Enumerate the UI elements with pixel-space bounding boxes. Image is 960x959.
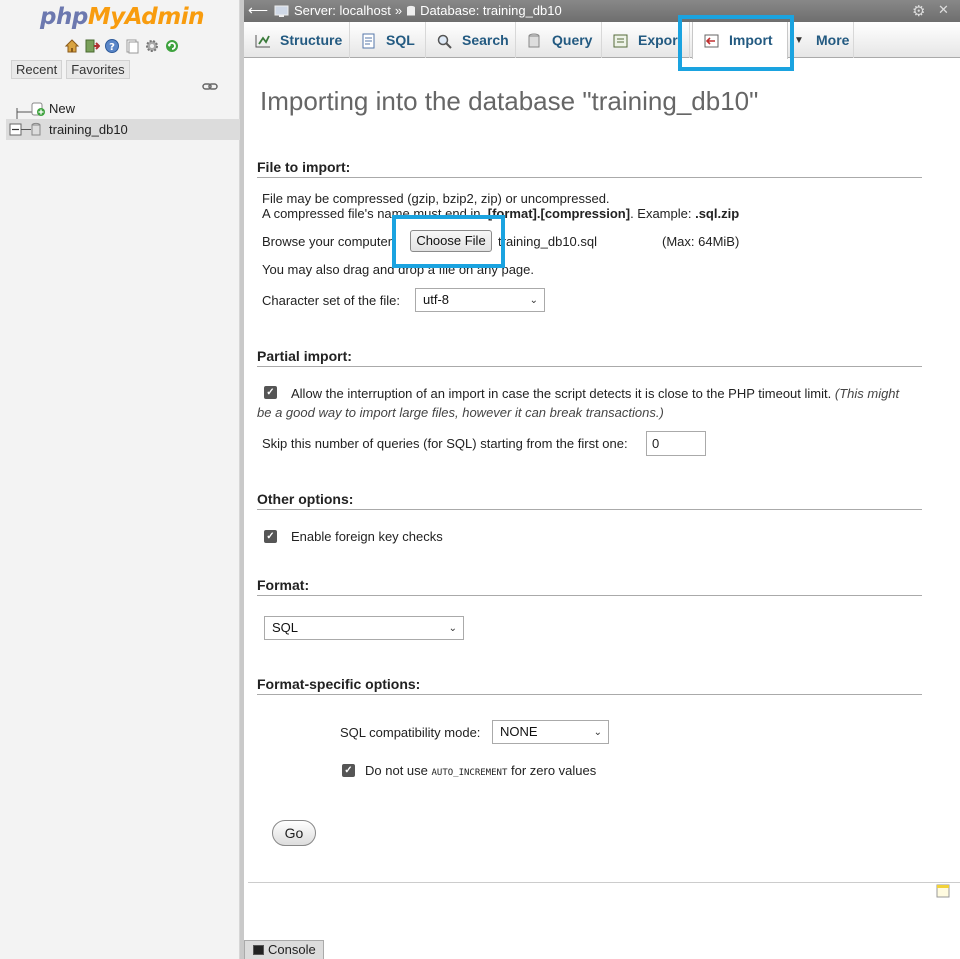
tab-export[interactable]: Expor — [602, 22, 690, 58]
structure-icon — [255, 35, 270, 48]
docs-icon[interactable] — [124, 38, 140, 54]
compression-example: A compressed file's name must end in .[f… — [262, 206, 740, 221]
charset-select[interactable]: utf-8 ⌄ — [415, 288, 545, 312]
drag-drop-hint: You may also drag and drop a file on any… — [262, 262, 534, 277]
gear-icon[interactable]: ⚙ — [912, 2, 925, 20]
section-heading-partial: Partial import: — [257, 347, 922, 367]
skip-queries-label: Skip this number of queries (for SQL) st… — [262, 436, 628, 451]
notes-icon[interactable] — [936, 884, 950, 898]
go-button[interactable]: Go — [272, 820, 316, 846]
choose-file-button[interactable]: Choose File — [410, 230, 492, 252]
nav-tab-favorites[interactable]: Favorites — [66, 60, 130, 79]
reload-icon[interactable] — [164, 38, 180, 54]
chevron-down-icon: ⌄ — [529, 295, 538, 306]
import-icon — [704, 34, 719, 48]
max-upload-size: (Max: 64MiB) — [662, 234, 740, 249]
breadcrumb-database[interactable]: Database: training_db10 — [420, 3, 562, 18]
tree-item-label: training_db10 — [49, 122, 128, 137]
section-heading-format-specific: Format-specific options: — [257, 675, 922, 695]
query-icon — [528, 33, 540, 48]
section-heading-format: Format: — [257, 576, 922, 596]
export-icon — [613, 34, 628, 48]
tree-item-label: New — [49, 101, 76, 116]
sql-icon — [362, 33, 375, 49]
database-icon — [407, 5, 416, 15]
page-title: Importing into the database "training_db… — [260, 86, 759, 116]
tab-query[interactable]: Query — [516, 22, 602, 58]
breadcrumb-server[interactable]: Server: localhost — [294, 3, 391, 18]
auto-increment-checkbox[interactable]: ✓ — [342, 764, 355, 777]
auto-increment-label: Do not use AUTO_INCREMENT for zero value… — [365, 763, 597, 778]
skip-queries-input[interactable]: 0 — [646, 431, 706, 456]
main-content: Importing into the database "training_db… — [248, 58, 960, 938]
help-icon[interactable]: ? — [104, 38, 120, 54]
foreign-key-checkbox[interactable]: ✓ — [264, 530, 277, 543]
tab-structure[interactable]: Structure — [244, 22, 350, 58]
footer-divider — [248, 882, 960, 883]
tab-sql[interactable]: SQL — [350, 22, 426, 58]
database-tree: New training_db10 — [0, 98, 240, 140]
format-select[interactable]: SQL ⌄ — [264, 616, 464, 640]
logout-icon[interactable] — [84, 38, 101, 54]
svg-text:?: ? — [109, 42, 115, 53]
tree-item-new[interactable]: New — [0, 98, 240, 119]
charset-label: Character set of the file: — [262, 293, 401, 308]
allow-interrupt-label: Allow the interruption of an import in c… — [257, 386, 900, 420]
settings-icon[interactable] — [144, 38, 160, 54]
tab-more[interactable]: ▼ More — [790, 22, 854, 58]
console-icon — [253, 945, 264, 955]
home-icon[interactable] — [64, 38, 80, 54]
nav-tab-recent[interactable]: Recent — [11, 60, 63, 79]
compression-info: File may be compressed (gzip, bzip2, zip… — [262, 191, 610, 206]
breadcrumb: Server: localhost » Database: training_d… — [274, 3, 562, 18]
chosen-file-name: training_db10.sql — [498, 234, 598, 249]
menu-tabs: Structure SQL Search Query Expor Import … — [244, 22, 960, 59]
collapse-nav-arrow-icon[interactable]: ⟵ — [248, 2, 268, 19]
breadcrumb-bar: ⟵ Server: localhost » Database: training… — [244, 0, 960, 22]
nav-resizer[interactable] — [240, 0, 244, 959]
compat-mode-select[interactable]: NONE ⌄ — [492, 720, 609, 744]
search-icon — [437, 35, 452, 50]
nav-icon-bar: ? — [64, 38, 180, 54]
browse-label: Browse your computer: — [262, 234, 396, 249]
tree-item-training-db10[interactable]: training_db10 — [6, 119, 240, 140]
phpmyadmin-logo[interactable]: phpMyAdmin — [40, 2, 210, 32]
tab-search[interactable]: Search — [426, 22, 516, 58]
section-heading-other: Other options: — [257, 490, 922, 510]
triangle-down-icon: ▼ — [794, 35, 804, 47]
breadcrumb-separator: » — [394, 3, 403, 18]
server-icon — [274, 5, 289, 17]
foreign-key-label: Enable foreign key checks — [291, 529, 443, 544]
expand-database-icon[interactable] — [9, 121, 47, 139]
chevron-down-icon: ⌄ — [593, 727, 602, 738]
chevron-down-icon: ⌄ — [448, 623, 457, 634]
tree-connector-icon — [16, 102, 45, 119]
section-heading-file: File to import: — [257, 158, 922, 178]
link-icon[interactable] — [202, 80, 218, 92]
tab-import[interactable]: Import — [692, 22, 788, 59]
navigation-panel: phpMyAdmin ? Recent Favorites New traini… — [0, 0, 240, 959]
nav-tabs: Recent Favorites — [11, 60, 130, 79]
console-toggle[interactable]: Console — [244, 940, 324, 959]
close-icon[interactable]: ✕ — [938, 2, 949, 18]
compat-mode-label: SQL compatibility mode: — [340, 725, 481, 740]
